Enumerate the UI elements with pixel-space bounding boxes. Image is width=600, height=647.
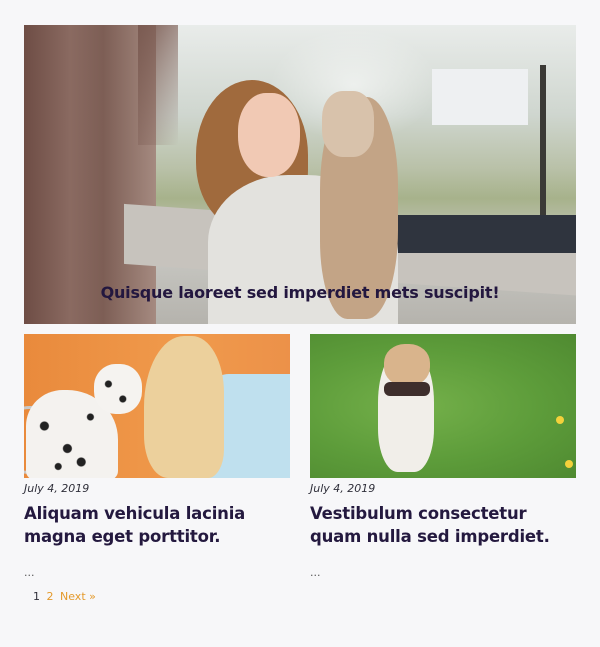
post-thumbnail[interactable] [310, 334, 576, 478]
pagination: 1 2 Next » [33, 590, 96, 603]
hedge [394, 215, 576, 253]
pagination-page-2-link[interactable]: 2 [47, 590, 54, 603]
tree-trunk [24, 25, 178, 324]
dandelion [565, 460, 573, 468]
pagination-next-link[interactable]: Next » [60, 590, 96, 603]
dog-harness [384, 382, 430, 396]
post-thumbnail[interactable] [24, 334, 290, 478]
woman-face [238, 93, 300, 177]
featured-post-image[interactable]: Quisque laoreet sed imperdiet mets susci… [24, 25, 576, 324]
post-card: July 4, 2019 Aliquam vehicula lacinia ma… [24, 334, 290, 579]
running-dog-head [384, 344, 430, 386]
dandelion [556, 416, 564, 424]
held-dog-head [322, 91, 374, 157]
post-date: July 4, 2019 [310, 482, 376, 495]
pagination-current-page: 1 [33, 590, 40, 603]
dalmatian-head [94, 364, 142, 414]
woman-hair [144, 336, 224, 478]
featured-post-title[interactable]: Quisque laoreet sed imperdiet mets susci… [24, 283, 576, 302]
post-date: July 4, 2019 [24, 482, 90, 495]
lamp-post [540, 65, 546, 215]
post-excerpt: ... [24, 566, 35, 579]
post-excerpt: ... [310, 566, 321, 579]
background-house [432, 69, 528, 125]
post-title[interactable]: Vestibulum consectetur quam nulla sed im… [310, 502, 576, 548]
post-title[interactable]: Aliquam vehicula lacinia magna eget port… [24, 502, 290, 548]
post-card: July 4, 2019 Vestibulum consectetur quam… [310, 334, 576, 579]
